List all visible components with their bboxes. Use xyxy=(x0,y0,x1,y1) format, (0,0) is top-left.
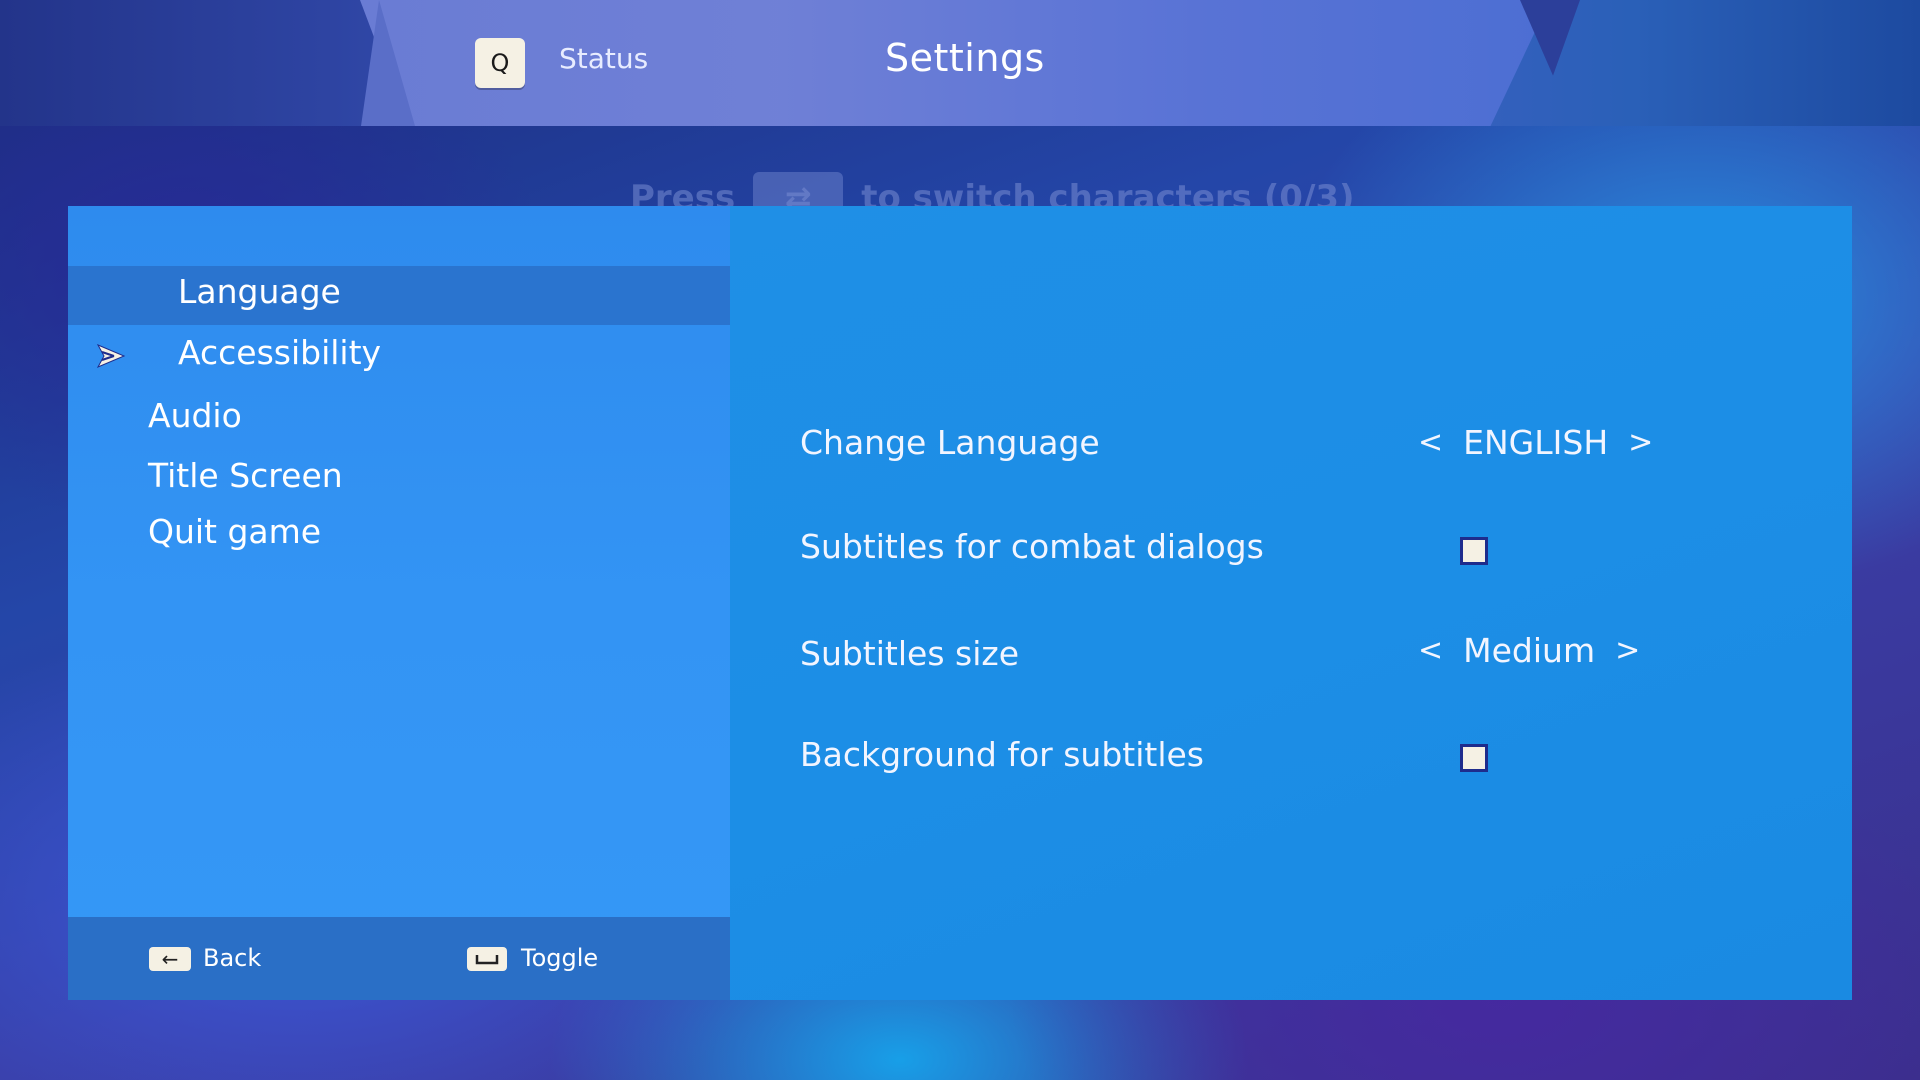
page-title: Settings xyxy=(885,36,1045,80)
menu-item-audio[interactable]: Audio xyxy=(148,396,242,435)
menu-item-title-screen[interactable]: Title Screen xyxy=(148,456,343,495)
option-change-language-label: Change Language xyxy=(800,423,1100,462)
spacebar-glyph-icon xyxy=(475,955,499,965)
cursor-arrow-icon xyxy=(96,343,126,369)
selector-left-arrow-icon[interactable]: < xyxy=(1418,633,1443,668)
menu-item-quit-game[interactable]: Quit game xyxy=(148,512,321,551)
back-key-icon[interactable]: ← xyxy=(149,947,191,971)
language-selector[interactable]: < ENGLISH > xyxy=(1418,423,1653,462)
spacebar-key-icon[interactable] xyxy=(467,947,507,971)
menu-highlight xyxy=(68,266,730,325)
subtitles-size-value: Medium xyxy=(1463,631,1596,670)
subtitles-size-selector[interactable]: < Medium > xyxy=(1418,631,1640,670)
options-panel xyxy=(730,206,1852,1000)
back-button-label[interactable]: Back xyxy=(203,944,261,972)
settings-menu-panel xyxy=(68,206,730,1000)
combat-subtitles-checkbox[interactable] xyxy=(1460,537,1488,565)
selector-right-arrow-icon[interactable]: > xyxy=(1628,425,1653,460)
status-key-icon[interactable]: Q xyxy=(475,38,525,88)
option-subtitle-background-label: Background for subtitles xyxy=(800,735,1204,774)
toggle-button-label[interactable]: Toggle xyxy=(521,944,598,972)
menu-item-language[interactable]: Language xyxy=(178,272,341,311)
option-combat-subtitles-label: Subtitles for combat dialogs xyxy=(800,527,1264,566)
subtitle-background-checkbox[interactable] xyxy=(1460,744,1488,772)
status-tab[interactable]: Status xyxy=(559,42,648,75)
selector-right-arrow-icon[interactable]: > xyxy=(1615,633,1640,668)
language-value: ENGLISH xyxy=(1463,423,1609,462)
selector-left-arrow-icon[interactable]: < xyxy=(1418,425,1443,460)
option-subtitles-size-label: Subtitles size xyxy=(800,634,1019,673)
menu-item-accessibility[interactable]: Accessibility xyxy=(178,333,381,372)
